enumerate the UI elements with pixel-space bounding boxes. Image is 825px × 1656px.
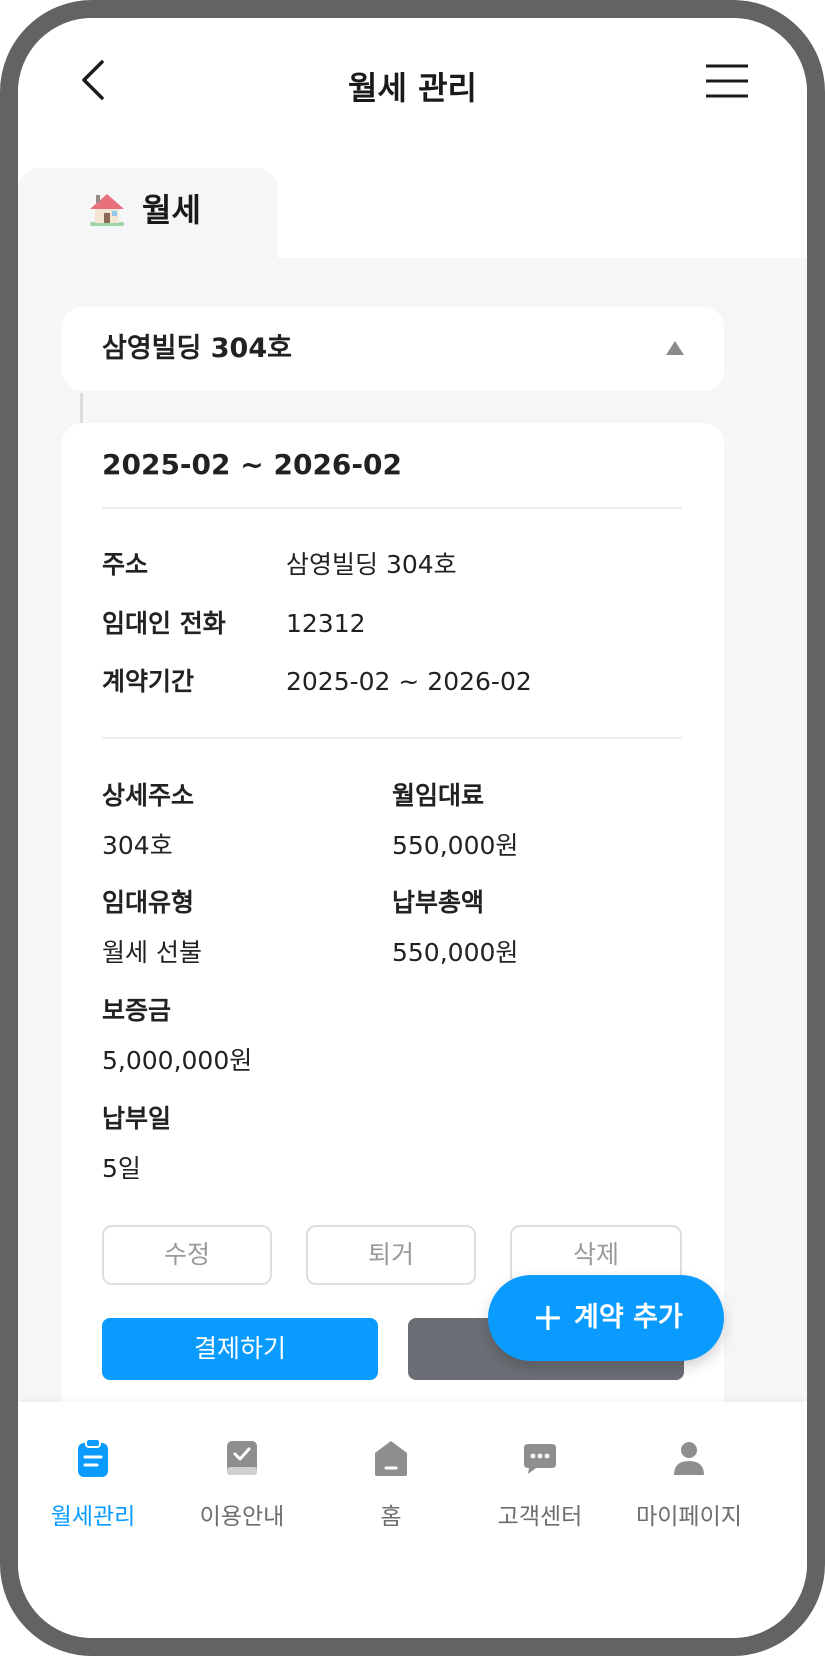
plus-icon: + [532,1295,564,1339]
hamburger-menu-icon [706,64,748,98]
monthly-rent-value: 550,000원 [392,831,519,860]
contract-period-value: 2025-02 ~ 2026-02 [286,667,532,696]
landlord-phone-value: 12312 [286,609,366,638]
book-check-icon [227,1441,257,1475]
divider [102,737,682,739]
lease-type-label: 임대유형 [102,888,195,917]
nav-label: 홈 [380,1504,402,1530]
add-contract-button[interactable]: + 계약 추가 [488,1275,724,1361]
nav-label: 이용안내 [199,1504,285,1530]
nav-item-home[interactable]: 홈 [316,1402,466,1552]
deposit-value: 5,000,000원 [102,1046,253,1075]
nav-item-my-page[interactable]: 마이페이지 [614,1402,764,1552]
tab-bar: 월세 [18,148,807,258]
nav-label: 고객센터 [497,1504,583,1530]
edit-button[interactable]: 수정 [102,1225,272,1285]
menu-button[interactable] [704,60,750,104]
deposit-label: 보증금 [102,996,172,1025]
nav-item-guide[interactable]: 이용안내 [167,1402,317,1552]
house-icon [90,194,124,226]
chat-bubble-icon [524,1444,556,1474]
payment-day-label: 납부일 [102,1104,172,1133]
page-title: 월세 관리 [348,69,477,107]
tab-monthly-rent[interactable]: 월세 [18,168,278,258]
home-icon [375,1441,407,1476]
address-label: 주소 [102,550,149,579]
property-name: 삼영빌딩 304호 [102,333,292,364]
tab-label: 월세 [142,191,201,229]
nav-item-customer-center[interactable]: 고객센터 [465,1402,615,1552]
chevron-left-icon [82,60,104,100]
nav-label: 월세관리 [50,1504,136,1530]
back-button[interactable] [70,56,122,108]
add-contract-label: 계약 추가 [574,1302,683,1333]
total-payment-label: 납부총액 [392,888,485,917]
pay-button[interactable]: 결제하기 [102,1318,378,1380]
contract-period-label: 계약기간 [102,667,195,696]
detail-address-value: 304호 [102,831,173,860]
device-frame: 월세 관리 월세 삼영빌딩 304호 2025-02 ~ 2026-02 주소 … [0,0,825,1656]
clipboard-icon [78,1438,108,1477]
person-icon [674,1442,704,1475]
nav-item-rent-management[interactable]: 월세관리 [18,1402,168,1552]
landlord-phone-label: 임대인 전화 [102,609,226,638]
app-header: 월세 관리 [18,18,807,148]
lease-type-value: 월세 선불 [102,938,202,967]
total-payment-value: 550,000원 [392,938,519,967]
app-screen: 월세 관리 월세 삼영빌딩 304호 2025-02 ~ 2026-02 주소 … [18,18,807,1638]
contract-card: 2025-02 ~ 2026-02 주소 삼영빌딩 304호 임대인 전화 12… [62,423,724,1423]
address-value: 삼영빌딩 304호 [286,550,457,579]
contract-period-title: 2025-02 ~ 2026-02 [102,448,402,481]
property-selector[interactable]: 삼영빌딩 304호 [62,307,724,391]
divider [102,507,682,509]
detail-address-label: 상세주소 [102,781,195,810]
caret-up-icon [666,341,684,355]
bottom-nav: 월세관리 이용안내 홈 고객센터 마이페이지 [18,1402,807,1638]
payment-day-value: 5일 [102,1154,141,1183]
monthly-rent-label: 월임대료 [392,781,485,810]
move-out-button[interactable]: 퇴거 [306,1225,476,1285]
nav-label: 마이페이지 [636,1504,742,1530]
